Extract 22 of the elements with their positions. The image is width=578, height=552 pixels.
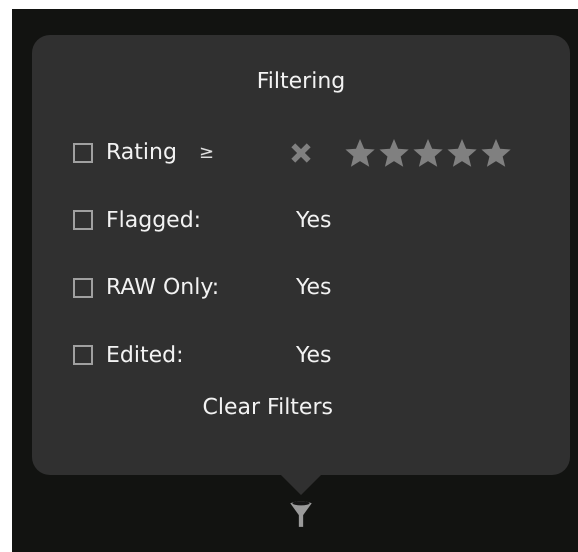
- filter-value[interactable]: Yes: [296, 342, 332, 368]
- star-icon[interactable]: [410, 136, 445, 169]
- star-rating[interactable]: [342, 136, 513, 169]
- clear-filters-button[interactable]: Clear Filters: [202, 395, 333, 420]
- checkbox[interactable]: [73, 278, 93, 298]
- filter-label: Edited:: [106, 342, 185, 368]
- filter-value[interactable]: Yes: [296, 275, 332, 300]
- filter-label: Flagged:: [106, 208, 202, 233]
- filter-label: RAW Only:: [106, 275, 220, 300]
- star-icon[interactable]: [478, 136, 513, 169]
- filter-label: Rating: [106, 140, 177, 166]
- star-icon[interactable]: [444, 136, 479, 169]
- checkbox[interactable]: [73, 142, 93, 163]
- checkbox[interactable]: [73, 345, 93, 366]
- star-icon[interactable]: [376, 136, 411, 169]
- popover-title: Filtering: [256, 69, 346, 96]
- clear-icon[interactable]: [290, 142, 312, 164]
- checkbox[interactable]: [73, 210, 93, 230]
- operator-label: ≥: [198, 142, 216, 164]
- funnel-icon[interactable]: [288, 499, 314, 529]
- star-icon[interactable]: [342, 136, 377, 169]
- filter-value[interactable]: Yes: [296, 208, 332, 233]
